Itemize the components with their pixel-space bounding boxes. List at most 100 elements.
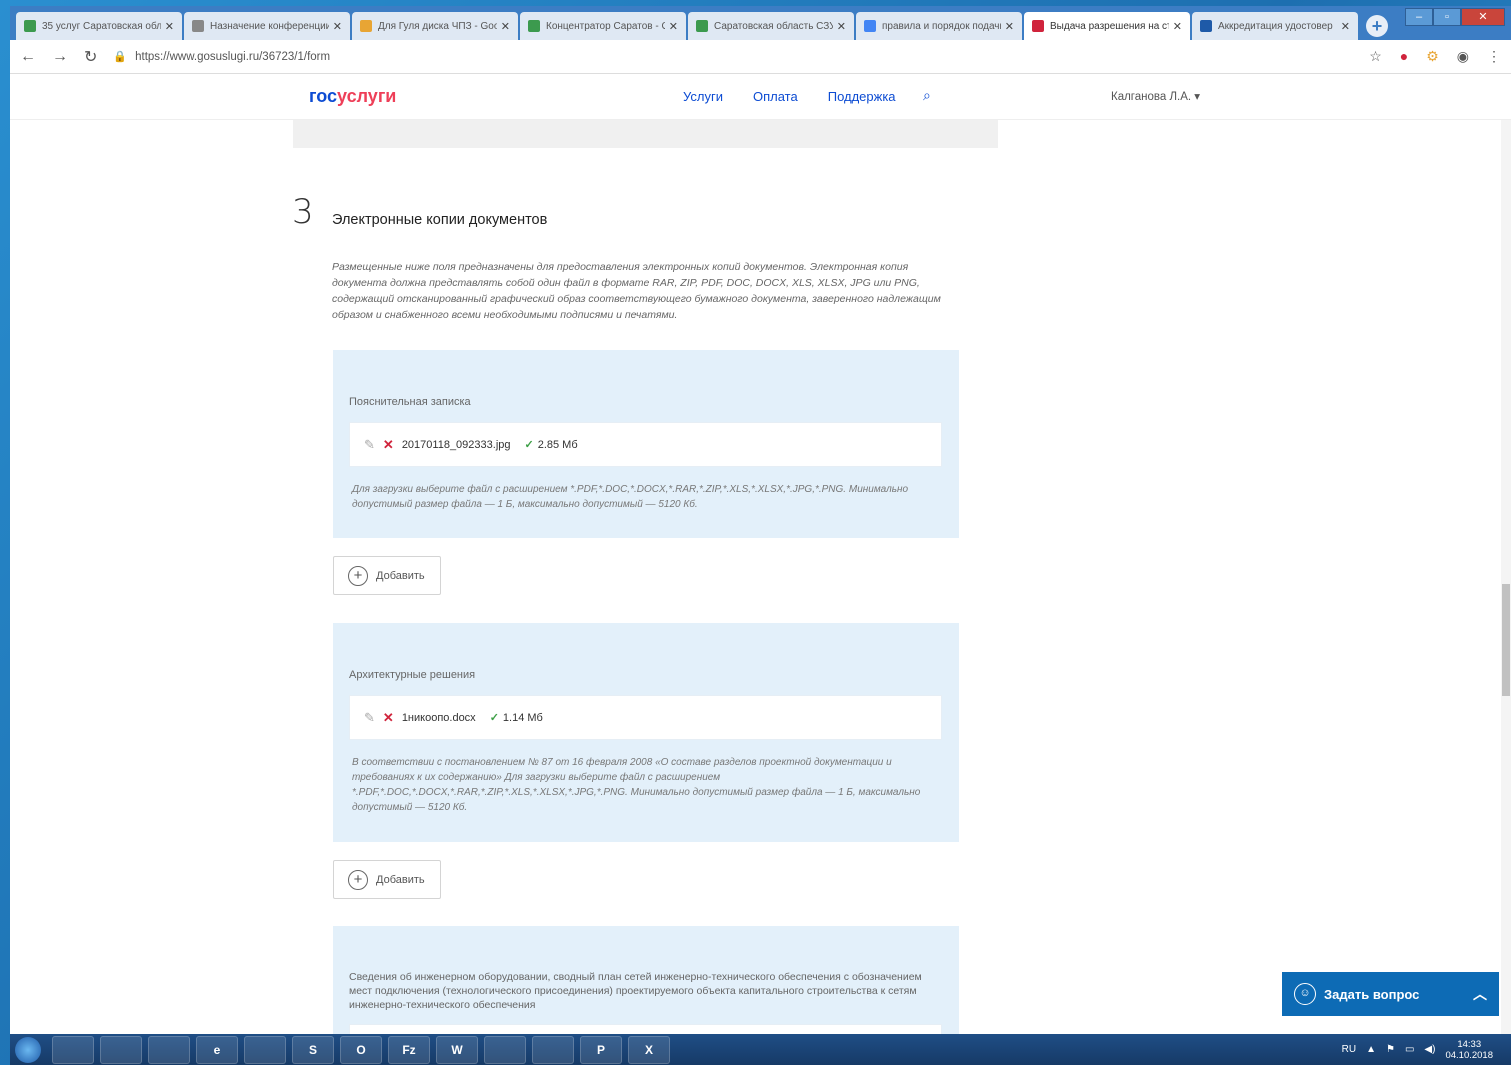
previous-section-end (293, 120, 998, 148)
windows-logo-icon (15, 1036, 41, 1063)
tab-title: Назначение конференции (210, 20, 329, 32)
favicon-icon (1200, 20, 1212, 32)
uploaded-file: ✎ ✕ 20170118_092333.jpg ✓ 2.85 Мб (349, 422, 942, 467)
close-tab-icon[interactable]: ✕ (165, 20, 174, 33)
reload-icon[interactable]: ↻ (84, 47, 97, 67)
site-header: госуслуги Услуги Оплата Поддержка ⌕ Калг… (10, 74, 1511, 120)
close-tab-icon[interactable]: ✕ (1173, 20, 1182, 33)
close-tab-icon[interactable]: ✕ (837, 20, 846, 33)
plus-circle-icon: + (348, 565, 368, 586)
taskbar-app[interactable]: X (628, 1035, 670, 1064)
window-controls: – ▫ ✕ (1405, 8, 1505, 26)
clock[interactable]: 14:33 04.10.2018 (1445, 1039, 1493, 1061)
checkmark-icon: ✓ (524, 439, 534, 451)
file-size: 1.14 Мб (502, 711, 543, 724)
browser-tab[interactable]: правила и порядок подачи ✕ (856, 12, 1022, 40)
section-intro: Размещенные ниже поля предназначены для … (332, 261, 941, 321)
tab-title: Аккредитация удостовер (1218, 20, 1333, 32)
taskbar-app[interactable] (148, 1035, 190, 1064)
tab-title: правила и порядок подачи (882, 20, 1001, 32)
browser-tab[interactable]: Назначение конференции ✕ (184, 12, 350, 40)
taskbar-app[interactable] (244, 1035, 286, 1064)
flag-icon[interactable]: ⚑ (1386, 1044, 1395, 1055)
taskbar-app[interactable]: W (436, 1035, 478, 1064)
close-tab-icon[interactable]: ✕ (501, 20, 510, 33)
tray-arrow-icon[interactable]: ▲ (1366, 1044, 1376, 1055)
file-size: 2.85 Мб (537, 438, 578, 451)
tab-title: Для Гуля диска ЧПЗ - Goog (378, 20, 497, 32)
taskbar-app[interactable] (484, 1035, 526, 1064)
file-name[interactable]: 20170118_092333.jpg (402, 439, 511, 451)
add-file-button[interactable]: + Добавить (333, 860, 441, 899)
browser-tab[interactable]: Саратовская область СЗУ ✕ (688, 12, 854, 40)
add-file-button[interactable]: + Добавить (333, 556, 441, 595)
chevron-up-icon: ︿ (1473, 986, 1487, 1002)
upload-field[interactable] (349, 1024, 942, 1034)
tab-title: 35 услуг Саратовская обл (42, 20, 161, 32)
browser-tab[interactable]: Для Гуля диска ЧПЗ - Goog ✕ (352, 12, 518, 40)
taskbar-app[interactable]: Fz (388, 1035, 430, 1064)
delete-file-icon[interactable]: ✕ (383, 710, 394, 726)
taskbar-app[interactable] (52, 1035, 94, 1064)
section-title: Электронные копии документов (332, 212, 548, 228)
favicon-icon (192, 20, 204, 32)
upload-block-explanatory-note: Пояснительная записка ✎ ✕ 20170118_09233… (333, 350, 959, 538)
profile-icon[interactable]: ◉ (1457, 48, 1469, 65)
browser-tab[interactable]: Аккредитация удостовер ✕ (1192, 12, 1358, 40)
taskbar-app[interactable]: S (292, 1035, 334, 1064)
file-name[interactable]: 1никоопо.docx (402, 712, 476, 724)
tab-title: Концентратор Саратов - Gl (546, 20, 665, 32)
close-tab-icon[interactable]: ✕ (1341, 20, 1350, 33)
browser-tab[interactable]: Концентратор Саратов - Gl ✕ (520, 12, 686, 40)
browser-window: 35 услуг Саратовская обл ✕ Назначение конф… (10, 6, 1511, 1034)
back-icon[interactable]: ← (20, 48, 36, 66)
user-menu[interactable]: Калганова Л.А. ▾ (1111, 89, 1200, 103)
upload-block-architecture: Архитектурные решения ✎ ✕ 1никоопо.docx … (333, 623, 959, 842)
tab-title: Выдача разрешения на стр (1050, 20, 1169, 32)
new-tab-button[interactable]: + (1366, 15, 1388, 37)
taskbar: e S O Fz W P X RU ▲ ⚑ ▭ ◀) 14:33 04.10.2018 (10, 1034, 1511, 1065)
start-button[interactable] (10, 1035, 46, 1065)
delete-file-icon[interactable]: ✕ (383, 437, 394, 453)
system-tray: RU ▲ ⚑ ▭ ◀) 14:33 04.10.2018 (1342, 1039, 1511, 1061)
browser-tab[interactable]: 35 услуг Саратовская обл ✕ (16, 12, 182, 40)
close-tab-icon[interactable]: ✕ (1005, 20, 1014, 33)
close-tab-icon[interactable]: ✕ (669, 20, 678, 33)
maximize-button[interactable]: ▫ (1433, 8, 1461, 26)
search-icon[interactable]: ⌕ (923, 87, 931, 104)
taskbar-app[interactable]: P (580, 1035, 622, 1064)
favicon-icon (696, 20, 708, 32)
menu-icon[interactable]: ⋮ (1487, 48, 1501, 65)
nav-support[interactable]: Поддержка (828, 89, 896, 104)
gosuslugi-logo[interactable]: госуслуги (309, 86, 396, 107)
extension-icon[interactable]: ● (1400, 48, 1408, 65)
network-icon[interactable]: ▭ (1405, 1044, 1414, 1055)
address-bar: ← → ↻ 🔒 https://www.gosuslugi.ru/36723/1… (10, 40, 1511, 74)
taskbar-app[interactable]: e (196, 1035, 238, 1064)
bookmark-star-icon[interactable]: ☆ (1369, 48, 1382, 65)
ask-question-button[interactable]: ☺ Задать вопрос ︿ (1282, 972, 1499, 1016)
taskbar-app[interactable] (100, 1035, 142, 1064)
upload-block-engineering: Сведения об инженерном оборудовании, сво… (333, 926, 959, 1034)
taskbar-app[interactable] (532, 1035, 574, 1064)
browser-tab[interactable]: Выдача разрешения на стр ✕ (1024, 12, 1190, 40)
scrollbar-thumb[interactable] (1502, 584, 1510, 696)
tab-bar: 35 услуг Саратовская обл ✕ Назначение конф… (10, 6, 1511, 40)
paperclip-icon: ✎ (364, 436, 375, 452)
taskbar-app[interactable]: O (340, 1035, 382, 1064)
upload-hint: Для загрузки выберите файл с расширением… (352, 484, 909, 510)
url-field[interactable]: https://www.gosuslugi.ru/36723/1/form (135, 51, 330, 63)
nav-services[interactable]: Услуги (683, 89, 723, 104)
language-indicator[interactable]: RU (1342, 1044, 1356, 1055)
favicon-icon (24, 20, 36, 32)
minimize-button[interactable]: – (1405, 8, 1433, 26)
step-number: 3 (292, 192, 314, 232)
volume-icon[interactable]: ◀) (1424, 1044, 1435, 1055)
forward-icon[interactable]: → (52, 48, 68, 66)
page-scrollbar[interactable] (1501, 120, 1511, 1034)
close-tab-icon[interactable]: ✕ (333, 20, 342, 33)
nav-payment[interactable]: Оплата (753, 89, 798, 104)
extension-icon-2[interactable]: ⚙ (1426, 48, 1439, 65)
close-window-button[interactable]: ✕ (1461, 8, 1505, 26)
top-nav: Услуги Оплата Поддержка (683, 89, 896, 104)
